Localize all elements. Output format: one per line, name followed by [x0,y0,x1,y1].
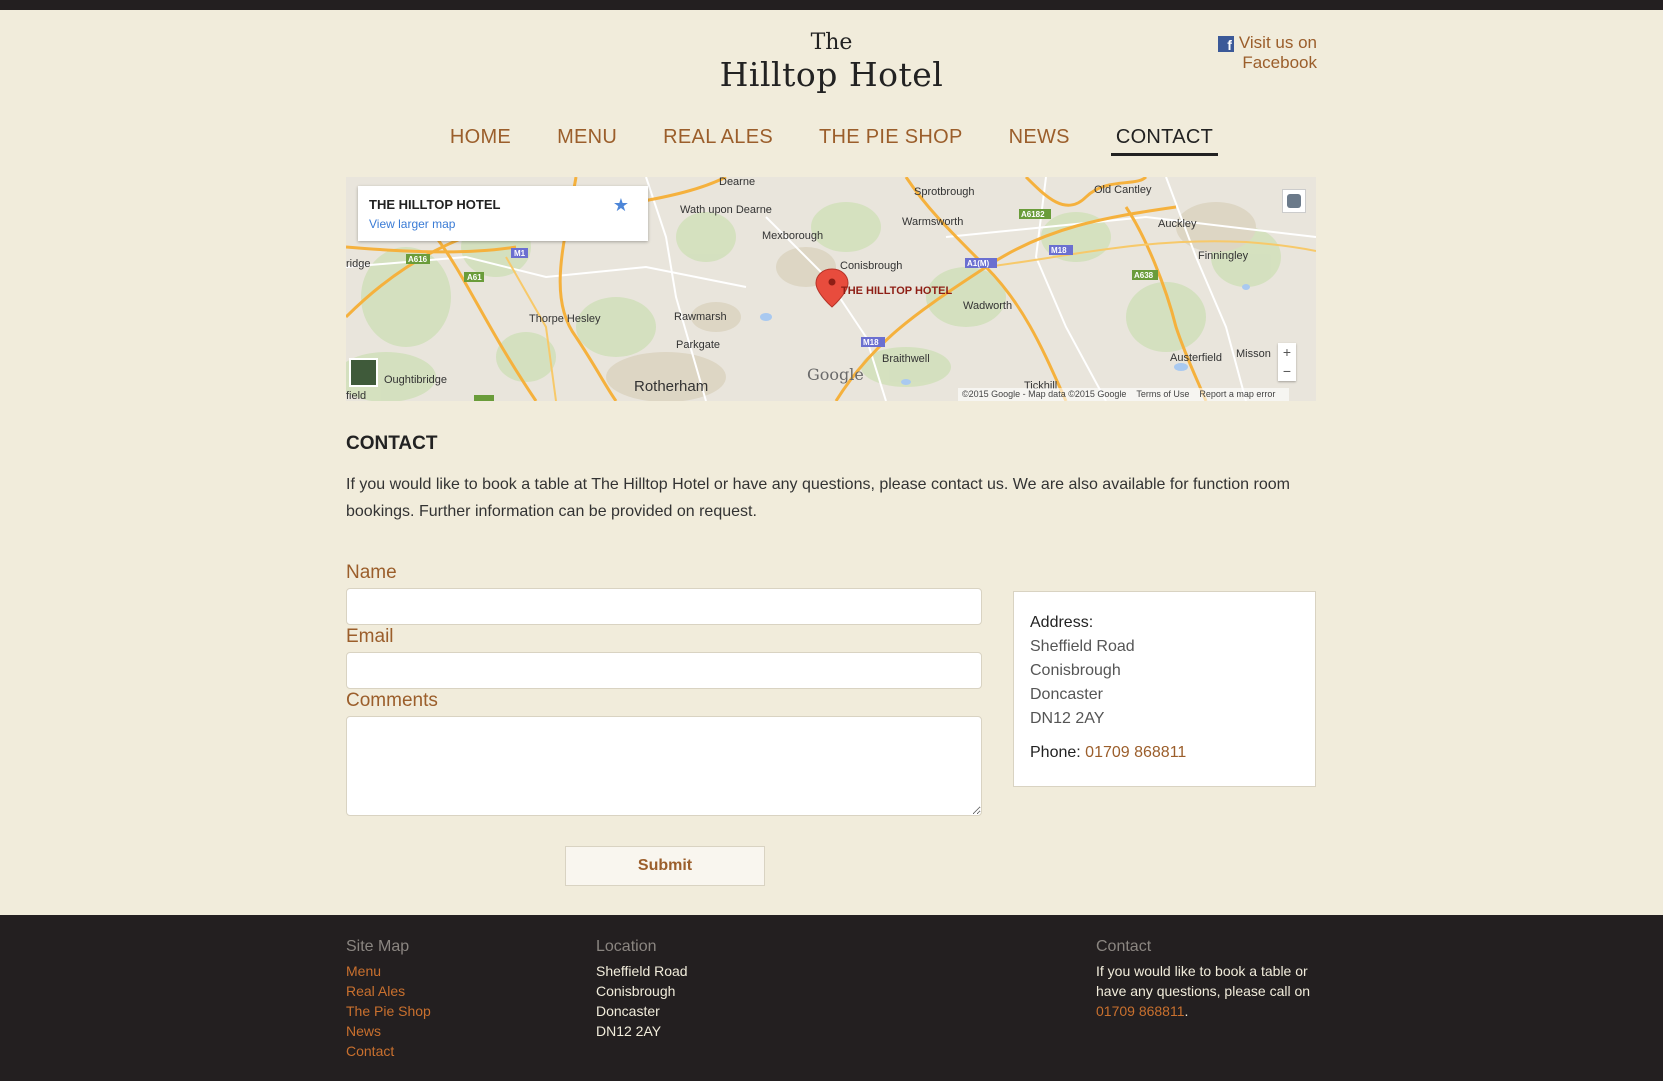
road-label: M1 [514,249,526,258]
footer-contact-title: Contact [1096,938,1152,955]
nav-item-home[interactable]: HOME [445,126,516,153]
footer-location: Location Sheffield Road Conisbrough Donc… [596,937,796,1041]
footer-sitemap-title: Site Map [346,938,410,955]
footer-link-news[interactable]: News [346,1021,546,1041]
address-line: DN12 2AY [1030,710,1105,727]
footer-contact-end: . [1184,1003,1189,1019]
map-info-title: THE HILLTOP HOTEL [369,197,501,212]
top-bar [0,0,1663,10]
place-label: Parkgate [676,339,720,351]
map-copyright: ©2015 Google - Map data ©2015 Google [962,389,1127,399]
satellite-toggle-icon[interactable] [349,358,378,387]
place-label: Wadworth [963,300,1012,312]
phone-label: Phone: [1030,744,1081,761]
place-label: Sprotbrough [914,186,975,198]
footer-contact: Contact If you would like to book a tabl… [1096,937,1321,1021]
nav-item-news[interactable]: NEWS [1004,126,1075,153]
nav-item-contact[interactable]: CONTACT [1110,126,1219,156]
footer-location-title: Location [596,938,657,955]
place-label: ridge [346,258,370,270]
facebook-icon: f [1217,36,1234,53]
place-label: Rotherham [634,378,708,395]
footer-location-line: DN12 2AY [596,1023,662,1039]
footer-link-contact[interactable]: Contact [346,1041,546,1061]
place-label: Braithwell [882,353,930,365]
road-label: A1(M) [967,259,990,268]
address-line: Conisbrough [1030,662,1121,679]
zoom-in-button[interactable]: + [1278,343,1296,362]
footer-sitemap: Site Map Menu Real Ales The Pie Shop New… [346,937,546,1061]
map-info-card: THE HILLTOP HOTEL View larger map ★ [358,186,648,241]
footer-location-line: Doncaster [596,1003,660,1019]
footer-link-menu[interactable]: Menu [346,961,546,981]
report-map-error-link[interactable]: Report a map error [1199,389,1275,399]
name-field[interactable] [346,588,982,625]
nav-item-menu[interactable]: MENU [552,126,622,153]
address-line: Doncaster [1030,686,1103,703]
logo-main-text: Hilltop Hotel [719,55,944,94]
place-label: Wath upon Dearne [680,204,772,216]
place-label: Austerfield [1170,352,1222,364]
map-marker-label: THE HILLTOP HOTEL [841,285,953,297]
place-label: Misson [1236,348,1271,360]
road-label: M18 [863,338,879,347]
map-footer: ©2015 Google - Map data ©2015 Google Term… [958,388,1290,401]
place-label: Dearne [719,177,755,188]
map-zoom-control: + − [1278,343,1296,381]
place-label: Oughtibridge [384,374,447,386]
main-nav: HOME MENU REAL ALES THE PIE SHOP NEWS CO… [0,126,1663,156]
place-label: Finningley [1198,250,1249,262]
footer-phone-link[interactable]: 01709 868811 [1096,1003,1185,1019]
place-label: Rawmarsh [674,311,727,323]
street-view-icon[interactable] [1282,189,1306,213]
road-label: M18 [1051,246,1067,255]
footer-link-pie-shop[interactable]: The Pie Shop [346,1001,546,1021]
place-label: Conisbrough [840,260,902,272]
page-title: CONTACT [346,433,438,454]
facebook-link-label: Visit us on Facebook [1238,33,1317,72]
footer-link-real-ales[interactable]: Real Ales [346,981,546,1001]
logo-top-text: The [810,30,853,55]
site-logo[interactable]: The Hilltop Hotel [0,30,1663,94]
place-label: Old Cantley [1094,184,1152,196]
nav-item-pie-shop[interactable]: THE PIE SHOP [814,126,968,153]
place-label: Warmsworth [902,216,963,228]
comments-field[interactable] [346,716,982,816]
place-label: Mexborough [762,230,823,242]
road-label: A6182 [1021,210,1045,219]
contact-intro: If you would like to book a table at The… [346,476,1290,520]
email-field[interactable] [346,652,982,689]
address-line: Sheffield Road [1030,638,1135,655]
phone-link[interactable]: 01709 868811 [1085,744,1186,761]
terms-of-use-link[interactable]: Terms of Use [1136,389,1189,399]
road-label: A616 [408,255,428,264]
google-logo: Google [807,365,864,384]
view-larger-map-link[interactable]: View larger map [369,217,455,231]
footer-contact-text: If you would like to book a table or hav… [1096,963,1311,999]
place-label: field [346,390,366,401]
facebook-link[interactable]: f Visit us on Facebook [1140,33,1317,73]
address-box: Address: Sheffield Road Conisbrough Donc… [1013,591,1316,787]
place-label: Auckley [1158,218,1197,230]
footer: Site Map Menu Real Ales The Pie Shop New… [0,915,1663,1081]
road-label: A61 [467,273,482,282]
submit-button[interactable]: Submit [565,846,765,886]
road-label: A638 [1134,271,1154,280]
footer-location-line: Sheffield Road [596,963,688,979]
email-label: Email [346,626,394,647]
zoom-out-button[interactable]: − [1278,362,1296,381]
footer-location-line: Conisbrough [596,983,676,999]
name-label: Name [346,562,397,583]
place-label: Thorpe Hesley [529,313,601,325]
nav-item-real-ales[interactable]: REAL ALES [658,126,778,153]
star-icon[interactable]: ★ [613,195,629,216]
address-label: Address: [1030,614,1094,631]
comments-label: Comments [346,690,438,711]
